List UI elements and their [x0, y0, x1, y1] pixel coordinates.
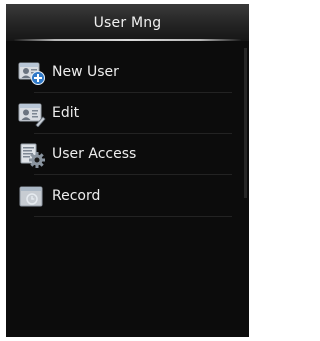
title-divider — [14, 39, 241, 41]
divider — [34, 133, 232, 134]
menu-item-label: Record — [52, 188, 101, 204]
menu-item-new-user[interactable]: New User — [14, 58, 242, 93]
user-access-gear-icon — [18, 142, 46, 168]
divider — [34, 216, 232, 217]
menu-item-label: User Access — [52, 146, 137, 162]
record-icon — [18, 184, 46, 210]
menu-item-record[interactable]: Record — [14, 182, 242, 217]
menu-item-user-access[interactable]: User Access — [14, 140, 242, 175]
page-title: User Mng — [93, 15, 162, 31]
scrollbar[interactable] — [244, 48, 247, 198]
edit-user-icon — [18, 101, 46, 128]
add-user-icon — [18, 60, 46, 86]
title-bar: User Mng — [6, 4, 249, 41]
divider — [34, 92, 232, 93]
divider — [34, 174, 232, 175]
device-screen: User Mng New User Edit User Access Recor… — [6, 4, 249, 337]
menu-item-label: New User — [52, 64, 119, 80]
menu-item-label: Edit — [52, 105, 80, 121]
menu-item-edit[interactable]: Edit — [14, 99, 242, 134]
